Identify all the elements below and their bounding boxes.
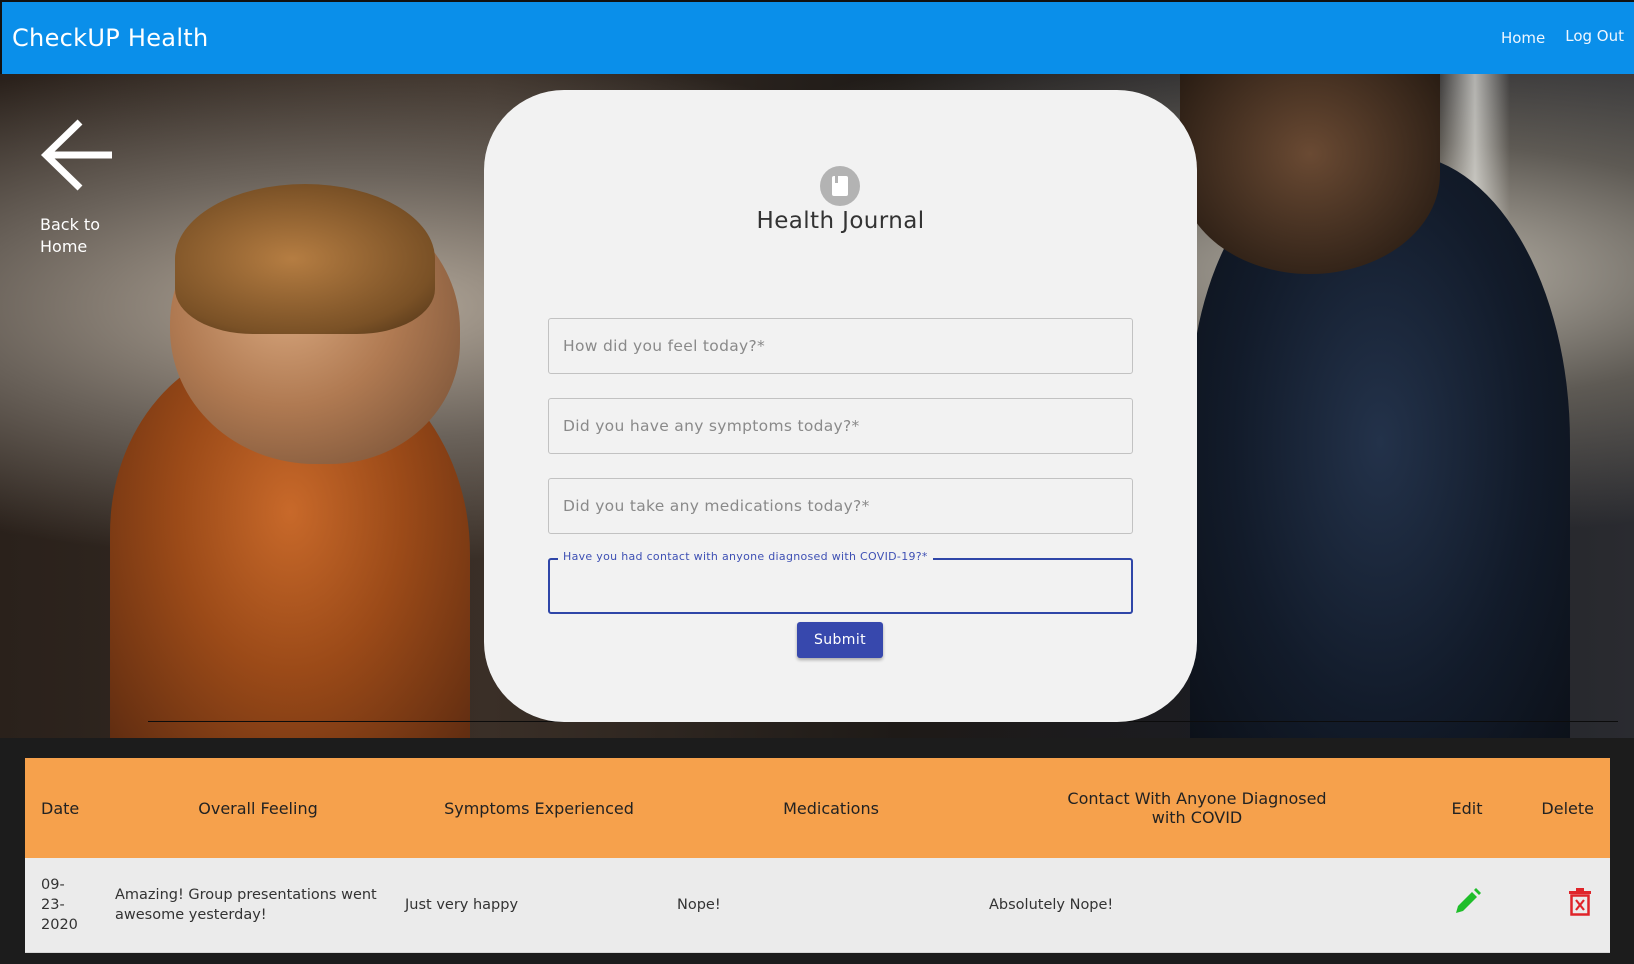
journal-card: Health Journal How did you feel today?* … [484, 90, 1197, 722]
cell-date: 09- 23- 2020 [25, 858, 113, 952]
table-header-row: Date Overall Feeling Symptoms Experience… [25, 758, 1610, 858]
contact-field-label: Have you had contact with anyone diagnos… [558, 550, 933, 563]
journal-table: Date Overall Feeling Symptoms Experience… [25, 758, 1610, 953]
medications-placeholder: Did you take any medications today?* [563, 497, 870, 515]
date-part-1: 09- [41, 876, 65, 893]
journal-title: Health Journal [756, 208, 925, 234]
back-label-line1[interactable]: Back to [40, 215, 100, 234]
cell-edit [1407, 858, 1527, 952]
cell-delete [1527, 858, 1610, 952]
col-contact-line2: with COVID [1151, 808, 1243, 827]
col-date: Date [41, 798, 80, 818]
symptoms-placeholder: Did you have any symptoms today?* [563, 417, 860, 435]
arrow-left-icon[interactable] [40, 118, 114, 192]
feel-input[interactable]: How did you feel today?* [548, 318, 1133, 374]
medications-input[interactable]: Did you take any medications today?* [548, 478, 1133, 534]
back-label-line2[interactable]: Home [40, 237, 87, 256]
col-medications: Medications [783, 798, 879, 818]
nav-home-link[interactable]: Home [1501, 29, 1545, 47]
book-glyph [832, 176, 848, 196]
cell-feeling: Amazing! Group presentations went awesom… [115, 886, 377, 923]
cell-contact: Absolutely Nope! [989, 896, 1114, 913]
col-contact-line1: Contact With Anyone Diagnosed [1067, 789, 1327, 808]
left-child-hair [175, 184, 435, 334]
contact-input[interactable] [548, 558, 1133, 614]
right-child-head [1180, 74, 1440, 274]
cell-symptoms: Just very happy [405, 896, 519, 913]
col-delete: Delete [1541, 798, 1594, 818]
book-icon [820, 166, 860, 206]
col-contact: Contact With Anyone Diagnosed with COVID [987, 758, 1407, 858]
trash-icon[interactable] [1568, 887, 1592, 923]
pencil-icon[interactable] [1452, 887, 1482, 923]
cell-medications: Nope! [677, 896, 721, 913]
submit-button[interactable]: Submit [797, 622, 883, 658]
col-edit: Edit [1451, 798, 1483, 818]
feel-placeholder: How did you feel today?* [563, 337, 766, 355]
col-overall-feeling: Overall Feeling [198, 798, 318, 818]
date-part-3: 2020 [41, 916, 78, 933]
navbar: CheckUP Health Home Log Out [0, 0, 1634, 74]
col-symptoms: Symptoms Experienced [444, 798, 634, 818]
brand-title[interactable]: CheckUP Health [12, 24, 209, 52]
symptoms-input[interactable]: Did you have any symptoms today?* [548, 398, 1133, 454]
back-to-home-label[interactable]: Back to Home [40, 214, 130, 258]
back-to-home-link[interactable]: Back to Home [40, 118, 130, 258]
nav-links: Home Log Out [1501, 27, 1624, 47]
nav-logout-link[interactable]: Log Out [1565, 27, 1624, 45]
table-row: 09- 23- 2020 Amazing! Group presentation… [25, 858, 1610, 952]
date-part-2: 23- [41, 896, 65, 913]
